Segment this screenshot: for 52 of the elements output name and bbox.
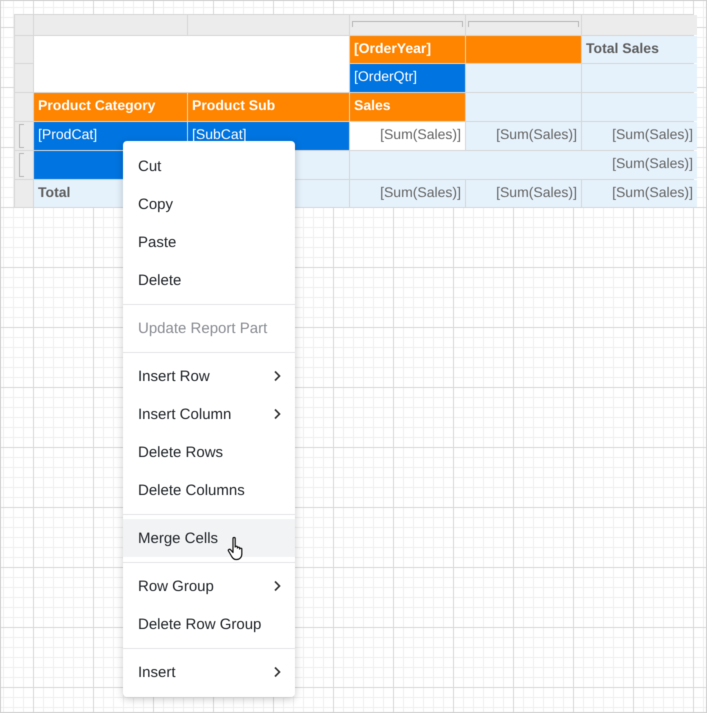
row-handle[interactable] <box>15 180 33 207</box>
menu-item[interactable]: Delete Rows <box>123 433 295 471</box>
column-handle[interactable] <box>466 15 581 35</box>
table-cell: [Sum(Sales)] <box>466 122 581 150</box>
menu-item-label: Delete Rows <box>138 444 224 460</box>
table-cell: [Sum(Sales)] <box>350 122 465 150</box>
column-handle[interactable] <box>350 15 465 35</box>
row-handle[interactable] <box>15 36 33 63</box>
menu-item-label: Delete Columns <box>138 482 245 498</box>
corner-handle[interactable] <box>15 15 33 35</box>
menu-item[interactable]: Insert Row <box>123 357 295 395</box>
menu-item[interactable]: Insert Column <box>123 395 295 433</box>
table-cell: [Sum(Sales)] <box>350 151 697 179</box>
menu-item-label: Merge Cells <box>138 530 218 546</box>
menu-item-label: Cut <box>138 158 162 174</box>
row-handle[interactable] <box>15 151 33 179</box>
row-handle[interactable] <box>15 93 33 121</box>
table-cell: [OrderYear] <box>350 36 465 63</box>
menu-item-label: Update Report Part <box>138 320 268 336</box>
menu-item-label: Delete <box>138 272 182 288</box>
table-cell: Total Sales <box>582 36 697 63</box>
menu-item[interactable]: Delete Columns <box>123 471 295 509</box>
menu-item-label: Insert Column <box>138 406 232 422</box>
table-cell: [Sum(Sales)] <box>582 180 697 207</box>
table-cell: [Sum(Sales)] <box>582 122 697 150</box>
menu-item[interactable]: Insert <box>123 653 295 691</box>
menu-item-label: Paste <box>138 234 176 250</box>
table-cell: Product Sub <box>188 93 349 121</box>
chevron-right-icon <box>273 408 281 420</box>
row-group-marker <box>19 153 24 177</box>
chevron-right-icon <box>273 370 281 382</box>
chevron-right-icon <box>273 666 281 678</box>
column-handle[interactable] <box>582 15 697 35</box>
row-handle[interactable] <box>15 122 33 150</box>
table-cell: Sales <box>350 93 465 121</box>
row-group-marker <box>19 124 24 148</box>
menu-item[interactable]: Delete Row Group <box>123 605 295 643</box>
row-handle[interactable] <box>15 64 33 92</box>
menu-item[interactable]: Row Group <box>123 567 295 605</box>
column-handle[interactable] <box>34 15 187 35</box>
column-handle[interactable] <box>188 15 349 35</box>
menu-item-label: Insert <box>138 664 176 680</box>
menu-item[interactable]: Paste <box>123 223 295 261</box>
table-cell: Product Category <box>34 93 187 121</box>
chevron-right-icon <box>273 580 281 592</box>
table-cell: [Sum(Sales)] <box>466 180 581 207</box>
table-cell: [OrderQtr] <box>350 64 465 92</box>
table-cell: [Sum(Sales)] <box>350 180 465 207</box>
menu-item[interactable]: Delete <box>123 261 295 299</box>
menu-item-label: Insert Row <box>138 368 210 384</box>
menu-item-label: Row Group <box>138 578 214 594</box>
menu-item-label: Delete Row Group <box>138 616 262 632</box>
